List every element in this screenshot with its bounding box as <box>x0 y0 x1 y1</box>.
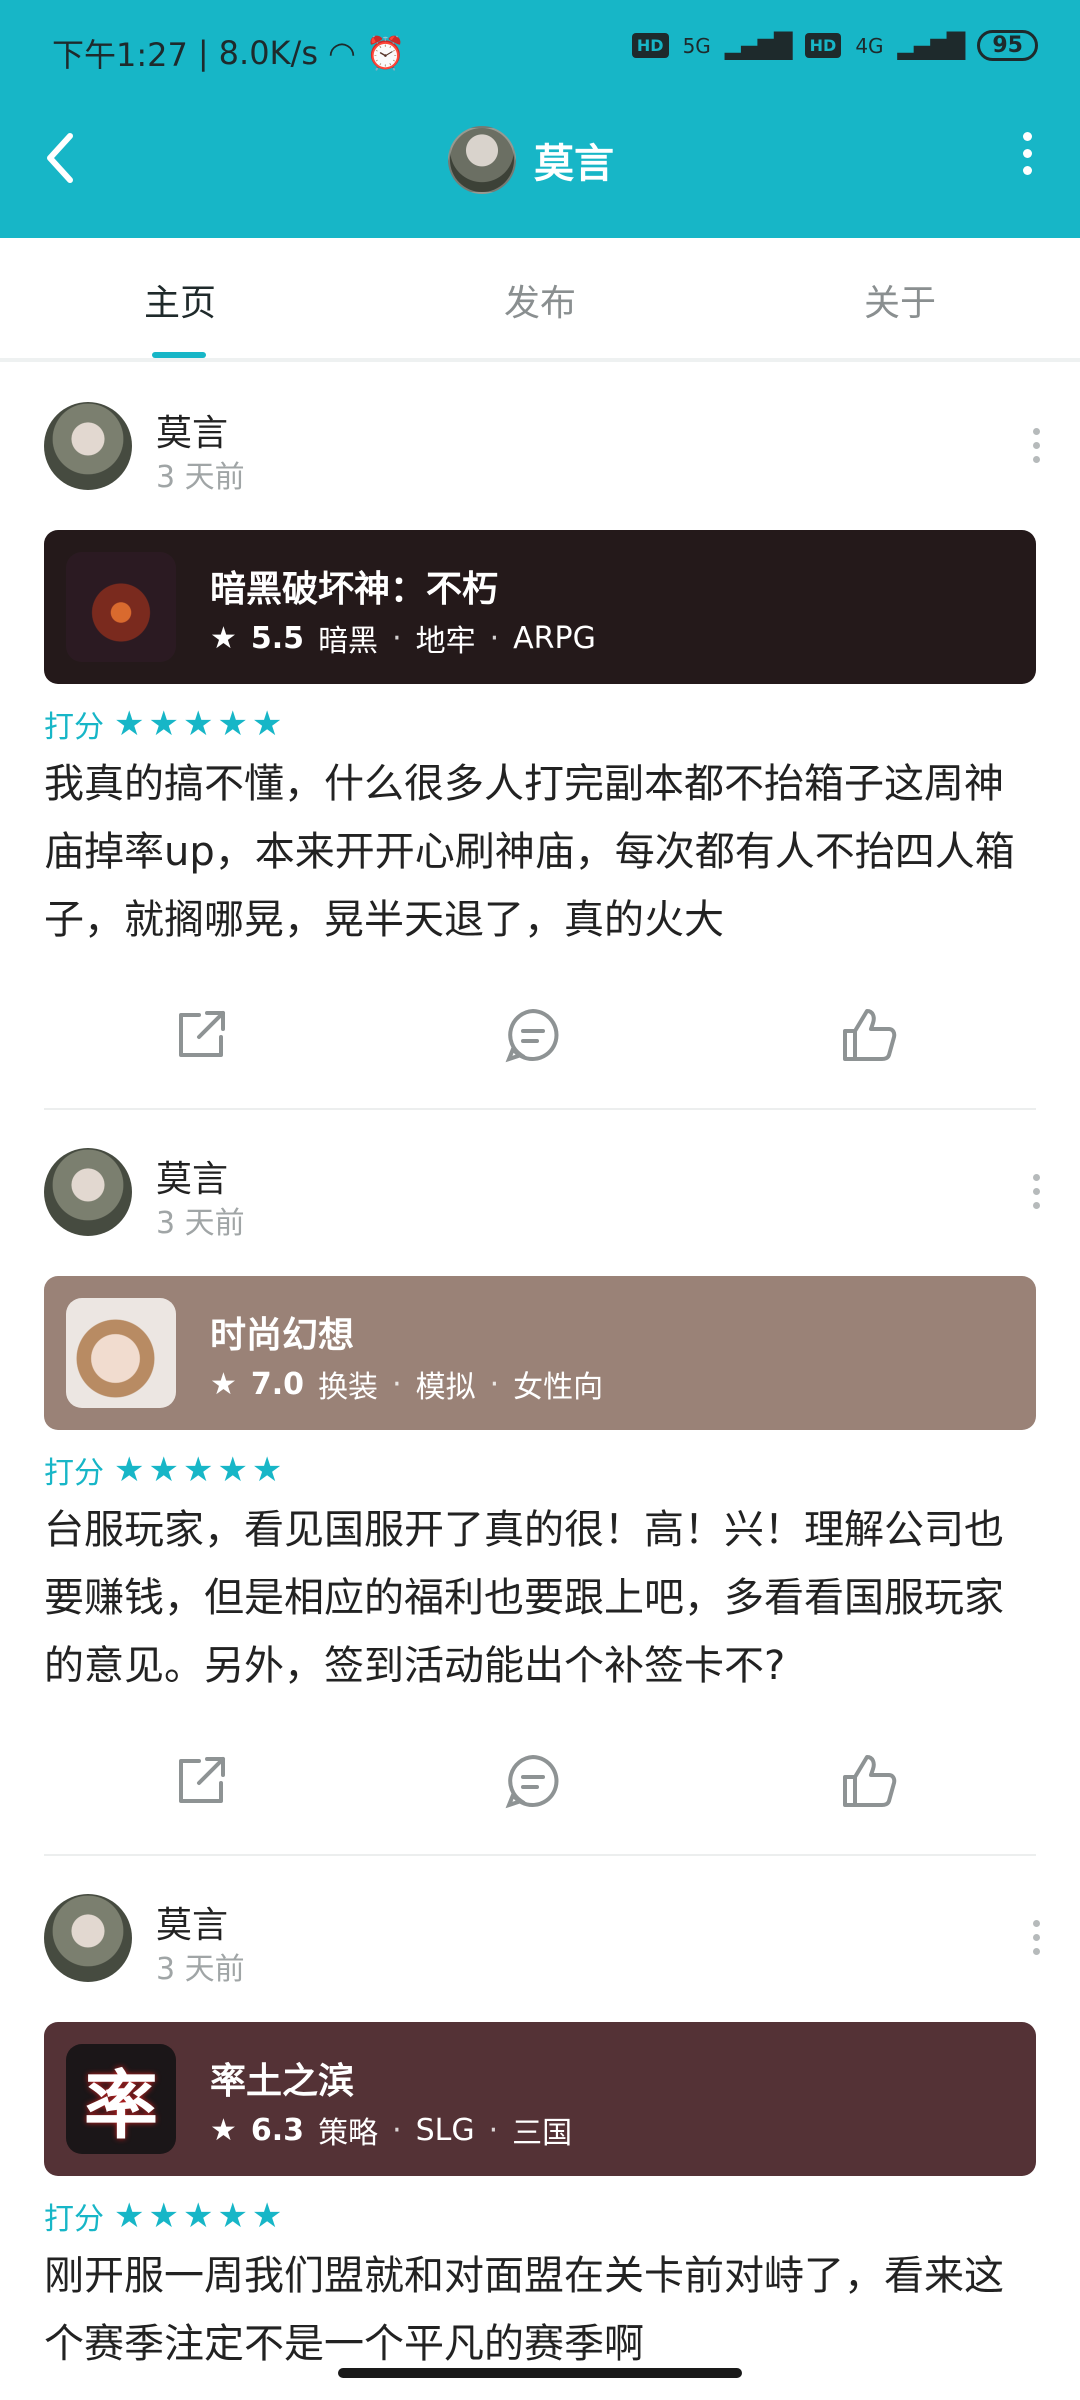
battery-icon: 95 <box>977 30 1038 61</box>
home-indicator[interactable] <box>338 2368 742 2378</box>
tab-indicator <box>152 352 206 358</box>
share-icon <box>179 1011 225 1057</box>
post-more-button[interactable] <box>1033 1920 1040 1955</box>
game-score: 7.0 <box>250 1366 305 1402</box>
share-button[interactable] <box>166 1000 236 1070</box>
game-tag: ARPG <box>513 620 596 656</box>
post-more-button[interactable] <box>1033 428 1040 463</box>
star-icon: ★ <box>210 620 237 656</box>
game-icon: 率 <box>66 2044 176 2154</box>
post-author[interactable]: 莫言 <box>156 1896 228 1948</box>
game-tag: SLG <box>415 2112 475 2148</box>
post-time: 3 天前 <box>156 460 245 495</box>
status-net-speed: 8.0K/s <box>218 34 318 72</box>
post-content[interactable]: 我真的搞不懂，什么很多人打完副本都不抬箱子这周神庙掉率up，本来开开心刷神庙，每… <box>44 750 1034 954</box>
rating-stars: ★★★★★ <box>114 2196 287 2236</box>
post-more-button[interactable] <box>1033 1174 1040 1209</box>
game-card[interactable]: 暗黑破坏神：不朽 ★ 5.5 暗黑 · 地牢 · ARPG <box>44 530 1036 684</box>
comment-button[interactable] <box>498 1746 568 1816</box>
rating-label: 打分 <box>44 2202 104 2237</box>
page-title: 莫言 <box>534 141 614 187</box>
avatar[interactable] <box>448 126 516 194</box>
network-5g-label: 5G <box>682 33 711 58</box>
game-meta: ★ 6.3 策略 · SLG · 三国 <box>210 2108 572 2152</box>
hotspot-icon: ◠ <box>327 34 356 72</box>
game-score: 6.3 <box>250 2112 305 2148</box>
rating-row: 打分 ★★★★★ <box>44 2194 286 2238</box>
game-meta: ★ 7.0 换装 · 模拟 · 女性向 <box>210 1362 603 1406</box>
more-options-button[interactable] <box>1012 132 1042 192</box>
app-top-bar: 下午1:27 | 8.0K/s ◠ ⏰ HD 5G ▂▄▆█ HD 4G ▂▄▆… <box>0 0 1080 238</box>
avatar[interactable] <box>44 1894 132 1982</box>
like-button[interactable] <box>834 1000 904 1070</box>
game-score: 5.5 <box>250 620 305 656</box>
game-name: 暗黑破坏神：不朽 <box>210 569 499 610</box>
comment-icon <box>505 1008 559 1063</box>
game-tag: 女性向 <box>513 1370 604 1405</box>
divider <box>44 1108 1036 1110</box>
avatar[interactable] <box>44 402 132 490</box>
rating-row: 打分 ★★★★★ <box>44 702 286 746</box>
back-button[interactable] <box>40 128 100 198</box>
post-content[interactable]: 刚开服一周我们盟就和对面盟在关卡前对峙了，看来这个赛季注定不是一个平凡的赛季啊 <box>44 2242 1034 2378</box>
game-tag: 暗黑 <box>318 624 379 659</box>
comment-button[interactable] <box>498 1000 568 1070</box>
back-arrow-icon <box>47 133 73 183</box>
tab-bar: 主页 发布 关于 <box>0 238 1080 362</box>
share-button[interactable] <box>166 1746 236 1816</box>
profile-title: 莫言 <box>448 126 614 194</box>
star-icon: ★ <box>210 2112 237 2148</box>
alarm-icon: ⏰ <box>365 34 406 72</box>
post-content[interactable]: 台服玩家，看见国服开了真的很！高！兴！理解公司也要赚钱，但是相应的福利也要跟上吧… <box>44 1496 1034 1700</box>
post-time: 3 天前 <box>156 1952 245 1987</box>
hd-badge: HD <box>804 33 842 58</box>
game-icon-glyph: 率 <box>84 2062 158 2149</box>
post-time: 3 天前 <box>156 1206 245 1241</box>
rating-stars: ★★★★★ <box>114 704 287 744</box>
thumbs-up-icon <box>843 1755 897 1807</box>
rating-label: 打分 <box>44 1456 104 1491</box>
star-icon: ★ <box>210 1366 237 1402</box>
rating-label: 打分 <box>44 710 104 745</box>
game-card[interactable]: 时尚幻想 ★ 7.0 换装 · 模拟 · 女性向 <box>44 1276 1036 1430</box>
share-icon <box>179 1757 225 1803</box>
like-button[interactable] <box>834 1746 904 1816</box>
tab-home[interactable]: 主页 <box>80 274 280 326</box>
game-tag: 地牢 <box>415 624 476 659</box>
status-bar: 下午1:27 | 8.0K/s ◠ ⏰ HD 5G ▂▄▆█ HD 4G ▂▄▆… <box>0 0 1080 104</box>
game-card[interactable]: 率 率土之滨 ★ 6.3 策略 · SLG · 三国 <box>44 2022 1036 2176</box>
nav-header: 莫言 <box>0 104 1080 238</box>
tab-about[interactable]: 关于 <box>800 274 1000 326</box>
divider <box>44 1854 1036 1856</box>
tab-posts[interactable]: 发布 <box>440 274 640 326</box>
rating-row: 打分 ★★★★★ <box>44 1448 286 1492</box>
status-time: 下午1:27 <box>52 36 188 74</box>
post-author[interactable]: 莫言 <box>156 404 228 456</box>
game-name: 时尚幻想 <box>210 1315 355 1356</box>
rating-stars: ★★★★★ <box>114 1450 287 1490</box>
game-tag: 换装 <box>318 1370 379 1405</box>
post-author[interactable]: 莫言 <box>156 1150 228 1202</box>
signal-icon: ▂▄▆█ <box>724 31 793 60</box>
hd-badge: HD <box>631 33 669 58</box>
game-name: 率土之滨 <box>210 2061 355 2102</box>
game-tag: 策略 <box>318 2116 379 2151</box>
thumbs-up-icon <box>843 1009 897 1061</box>
game-tag: 模拟 <box>415 1370 476 1405</box>
game-icon <box>66 1298 176 1408</box>
game-meta: ★ 5.5 暗黑 · 地牢 · ARPG <box>210 616 596 660</box>
avatar[interactable] <box>44 1148 132 1236</box>
network-4g-label: 4G <box>855 33 884 58</box>
comment-icon <box>505 1754 559 1809</box>
game-icon <box>66 552 176 662</box>
signal-icon: ▂▄▆█ <box>897 31 966 60</box>
game-tag: 三国 <box>512 2116 573 2151</box>
